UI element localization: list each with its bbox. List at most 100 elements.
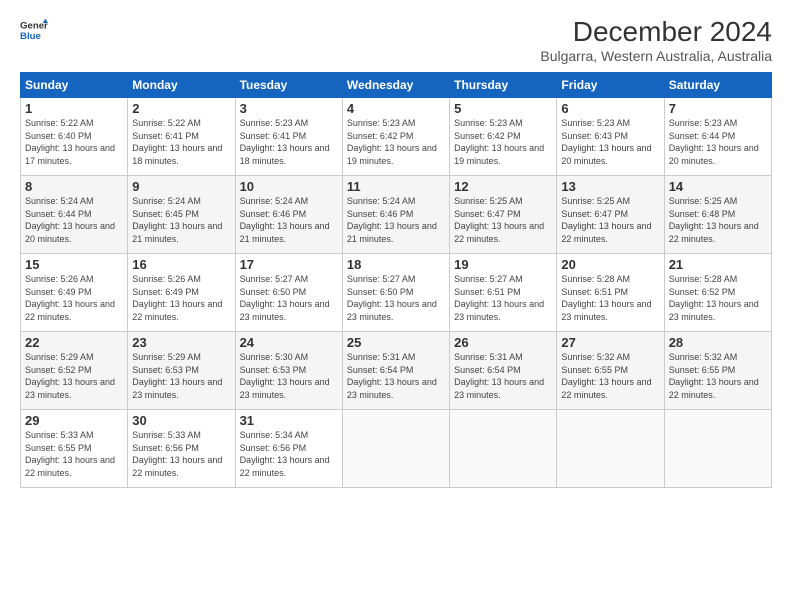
day-number: 30 [132, 413, 230, 428]
day-number: 22 [25, 335, 123, 350]
day-number: 10 [240, 179, 338, 194]
table-row: 20Sunrise: 5:28 AMSunset: 6:51 PMDayligh… [557, 254, 664, 332]
col-tuesday: Tuesday [235, 73, 342, 98]
table-row: 9 Sunrise: 5:24 AMSunset: 6:45 PMDaylight… [128, 176, 235, 254]
day-number: 11 [347, 179, 445, 194]
day-info: Sunrise: 5:29 AMSunset: 6:52 PMDaylight:… [25, 352, 115, 400]
day-info: Sunrise: 5:25 AMSunset: 6:47 PMDaylight:… [454, 196, 544, 244]
day-number: 24 [240, 335, 338, 350]
day-info: Sunrise: 5:28 AMSunset: 6:51 PMDaylight:… [561, 274, 651, 322]
calendar-week-row: 8 Sunrise: 5:24 AMSunset: 6:44 PMDaylight… [21, 176, 772, 254]
day-info: Sunrise: 5:24 AMSunset: 6:46 PMDaylight:… [240, 196, 330, 244]
calendar-week-row: 22 Sunrise: 5:29 AMSunset: 6:52 PMDayligh… [21, 332, 772, 410]
table-row: 6Sunrise: 5:23 AMSunset: 6:43 PMDaylight… [557, 98, 664, 176]
table-row: 5 Sunrise: 5:23 AMSunset: 6:42 PMDaylight… [450, 98, 557, 176]
table-row: 13Sunrise: 5:25 AMSunset: 6:47 PMDayligh… [557, 176, 664, 254]
header: General Blue December 2024 Bulgarra, Wes… [20, 16, 772, 64]
day-info: Sunrise: 5:31 AMSunset: 6:54 PMDaylight:… [347, 352, 437, 400]
day-info: Sunrise: 5:24 AMSunset: 6:44 PMDaylight:… [25, 196, 115, 244]
calendar-header-row: Sunday Monday Tuesday Wednesday Thursday… [21, 73, 772, 98]
day-info: Sunrise: 5:27 AMSunset: 6:50 PMDaylight:… [347, 274, 437, 322]
table-row: 23 Sunrise: 5:29 AMSunset: 6:53 PMDayligh… [128, 332, 235, 410]
day-number: 21 [669, 257, 767, 272]
day-number: 27 [561, 335, 659, 350]
col-thursday: Thursday [450, 73, 557, 98]
day-number: 16 [132, 257, 230, 272]
day-number: 23 [132, 335, 230, 350]
day-number: 9 [132, 179, 230, 194]
col-friday: Friday [557, 73, 664, 98]
day-number: 25 [347, 335, 445, 350]
day-number: 6 [561, 101, 659, 116]
table-row: 11 Sunrise: 5:24 AMSunset: 6:46 PMDayligh… [342, 176, 449, 254]
day-number: 26 [454, 335, 552, 350]
day-info: Sunrise: 5:22 AMSunset: 6:40 PMDaylight:… [25, 118, 115, 166]
logo: General Blue [20, 16, 48, 44]
day-info: Sunrise: 5:32 AMSunset: 6:55 PMDaylight:… [561, 352, 651, 400]
table-row [450, 410, 557, 488]
table-row: 24 Sunrise: 5:30 AMSunset: 6:53 PMDayligh… [235, 332, 342, 410]
day-info: Sunrise: 5:29 AMSunset: 6:53 PMDaylight:… [132, 352, 222, 400]
day-number: 2 [132, 101, 230, 116]
day-number: 13 [561, 179, 659, 194]
table-row: 10 Sunrise: 5:24 AMSunset: 6:46 PMDayligh… [235, 176, 342, 254]
subtitle: Bulgarra, Western Australia, Australia [540, 48, 772, 64]
table-row: 21 Sunrise: 5:28 AMSunset: 6:52 PMDayligh… [664, 254, 771, 332]
day-number: 31 [240, 413, 338, 428]
day-info: Sunrise: 5:23 AMSunset: 6:42 PMDaylight:… [454, 118, 544, 166]
table-row: 22 Sunrise: 5:29 AMSunset: 6:52 PMDayligh… [21, 332, 128, 410]
table-row: 27 Sunrise: 5:32 AMSunset: 6:55 PMDayligh… [557, 332, 664, 410]
day-number: 15 [25, 257, 123, 272]
day-info: Sunrise: 5:23 AMSunset: 6:41 PMDaylight:… [240, 118, 330, 166]
table-row: 26 Sunrise: 5:31 AMSunset: 6:54 PMDayligh… [450, 332, 557, 410]
table-row [557, 410, 664, 488]
table-row: 4 Sunrise: 5:23 AMSunset: 6:42 PMDaylight… [342, 98, 449, 176]
col-sunday: Sunday [21, 73, 128, 98]
calendar-week-row: 15 Sunrise: 5:26 AMSunset: 6:49 PMDayligh… [21, 254, 772, 332]
day-info: Sunrise: 5:25 AMSunset: 6:48 PMDaylight:… [669, 196, 759, 244]
day-number: 19 [454, 257, 552, 272]
page: General Blue December 2024 Bulgarra, Wes… [0, 0, 792, 612]
day-info: Sunrise: 5:32 AMSunset: 6:55 PMDaylight:… [669, 352, 759, 400]
day-info: Sunrise: 5:31 AMSunset: 6:54 PMDaylight:… [454, 352, 544, 400]
calendar-table: Sunday Monday Tuesday Wednesday Thursday… [20, 72, 772, 488]
table-row: 18 Sunrise: 5:27 AMSunset: 6:50 PMDayligh… [342, 254, 449, 332]
svg-text:Blue: Blue [20, 31, 41, 42]
day-number: 4 [347, 101, 445, 116]
day-info: Sunrise: 5:34 AMSunset: 6:56 PMDaylight:… [240, 430, 330, 478]
day-info: Sunrise: 5:24 AMSunset: 6:45 PMDaylight:… [132, 196, 222, 244]
day-number: 12 [454, 179, 552, 194]
day-info: Sunrise: 5:33 AMSunset: 6:55 PMDaylight:… [25, 430, 115, 478]
day-info: Sunrise: 5:23 AMSunset: 6:44 PMDaylight:… [669, 118, 759, 166]
day-number: 18 [347, 257, 445, 272]
table-row: 2Sunrise: 5:22 AMSunset: 6:41 PMDaylight… [128, 98, 235, 176]
day-number: 28 [669, 335, 767, 350]
table-row [342, 410, 449, 488]
day-number: 7 [669, 101, 767, 116]
day-number: 29 [25, 413, 123, 428]
table-row: 3 Sunrise: 5:23 AMSunset: 6:41 PMDaylight… [235, 98, 342, 176]
day-number: 8 [25, 179, 123, 194]
day-info: Sunrise: 5:28 AMSunset: 6:52 PMDaylight:… [669, 274, 759, 322]
day-number: 3 [240, 101, 338, 116]
main-title: December 2024 [540, 16, 772, 48]
day-info: Sunrise: 5:24 AMSunset: 6:46 PMDaylight:… [347, 196, 437, 244]
day-info: Sunrise: 5:33 AMSunset: 6:56 PMDaylight:… [132, 430, 222, 478]
col-wednesday: Wednesday [342, 73, 449, 98]
table-row: 15 Sunrise: 5:26 AMSunset: 6:49 PMDayligh… [21, 254, 128, 332]
day-info: Sunrise: 5:26 AMSunset: 6:49 PMDaylight:… [25, 274, 115, 322]
table-row: 25 Sunrise: 5:31 AMSunset: 6:54 PMDayligh… [342, 332, 449, 410]
day-number: 17 [240, 257, 338, 272]
col-monday: Monday [128, 73, 235, 98]
day-info: Sunrise: 5:23 AMSunset: 6:42 PMDaylight:… [347, 118, 437, 166]
col-saturday: Saturday [664, 73, 771, 98]
table-row: 29 Sunrise: 5:33 AMSunset: 6:55 PMDayligh… [21, 410, 128, 488]
day-info: Sunrise: 5:30 AMSunset: 6:53 PMDaylight:… [240, 352, 330, 400]
table-row: 8 Sunrise: 5:24 AMSunset: 6:44 PMDaylight… [21, 176, 128, 254]
day-number: 5 [454, 101, 552, 116]
table-row: 12 Sunrise: 5:25 AMSunset: 6:47 PMDayligh… [450, 176, 557, 254]
logo-icon: General Blue [20, 16, 48, 44]
table-row: 16Sunrise: 5:26 AMSunset: 6:49 PMDayligh… [128, 254, 235, 332]
calendar-week-row: 1Sunrise: 5:22 AMSunset: 6:40 PMDaylight… [21, 98, 772, 176]
day-info: Sunrise: 5:27 AMSunset: 6:50 PMDaylight:… [240, 274, 330, 322]
